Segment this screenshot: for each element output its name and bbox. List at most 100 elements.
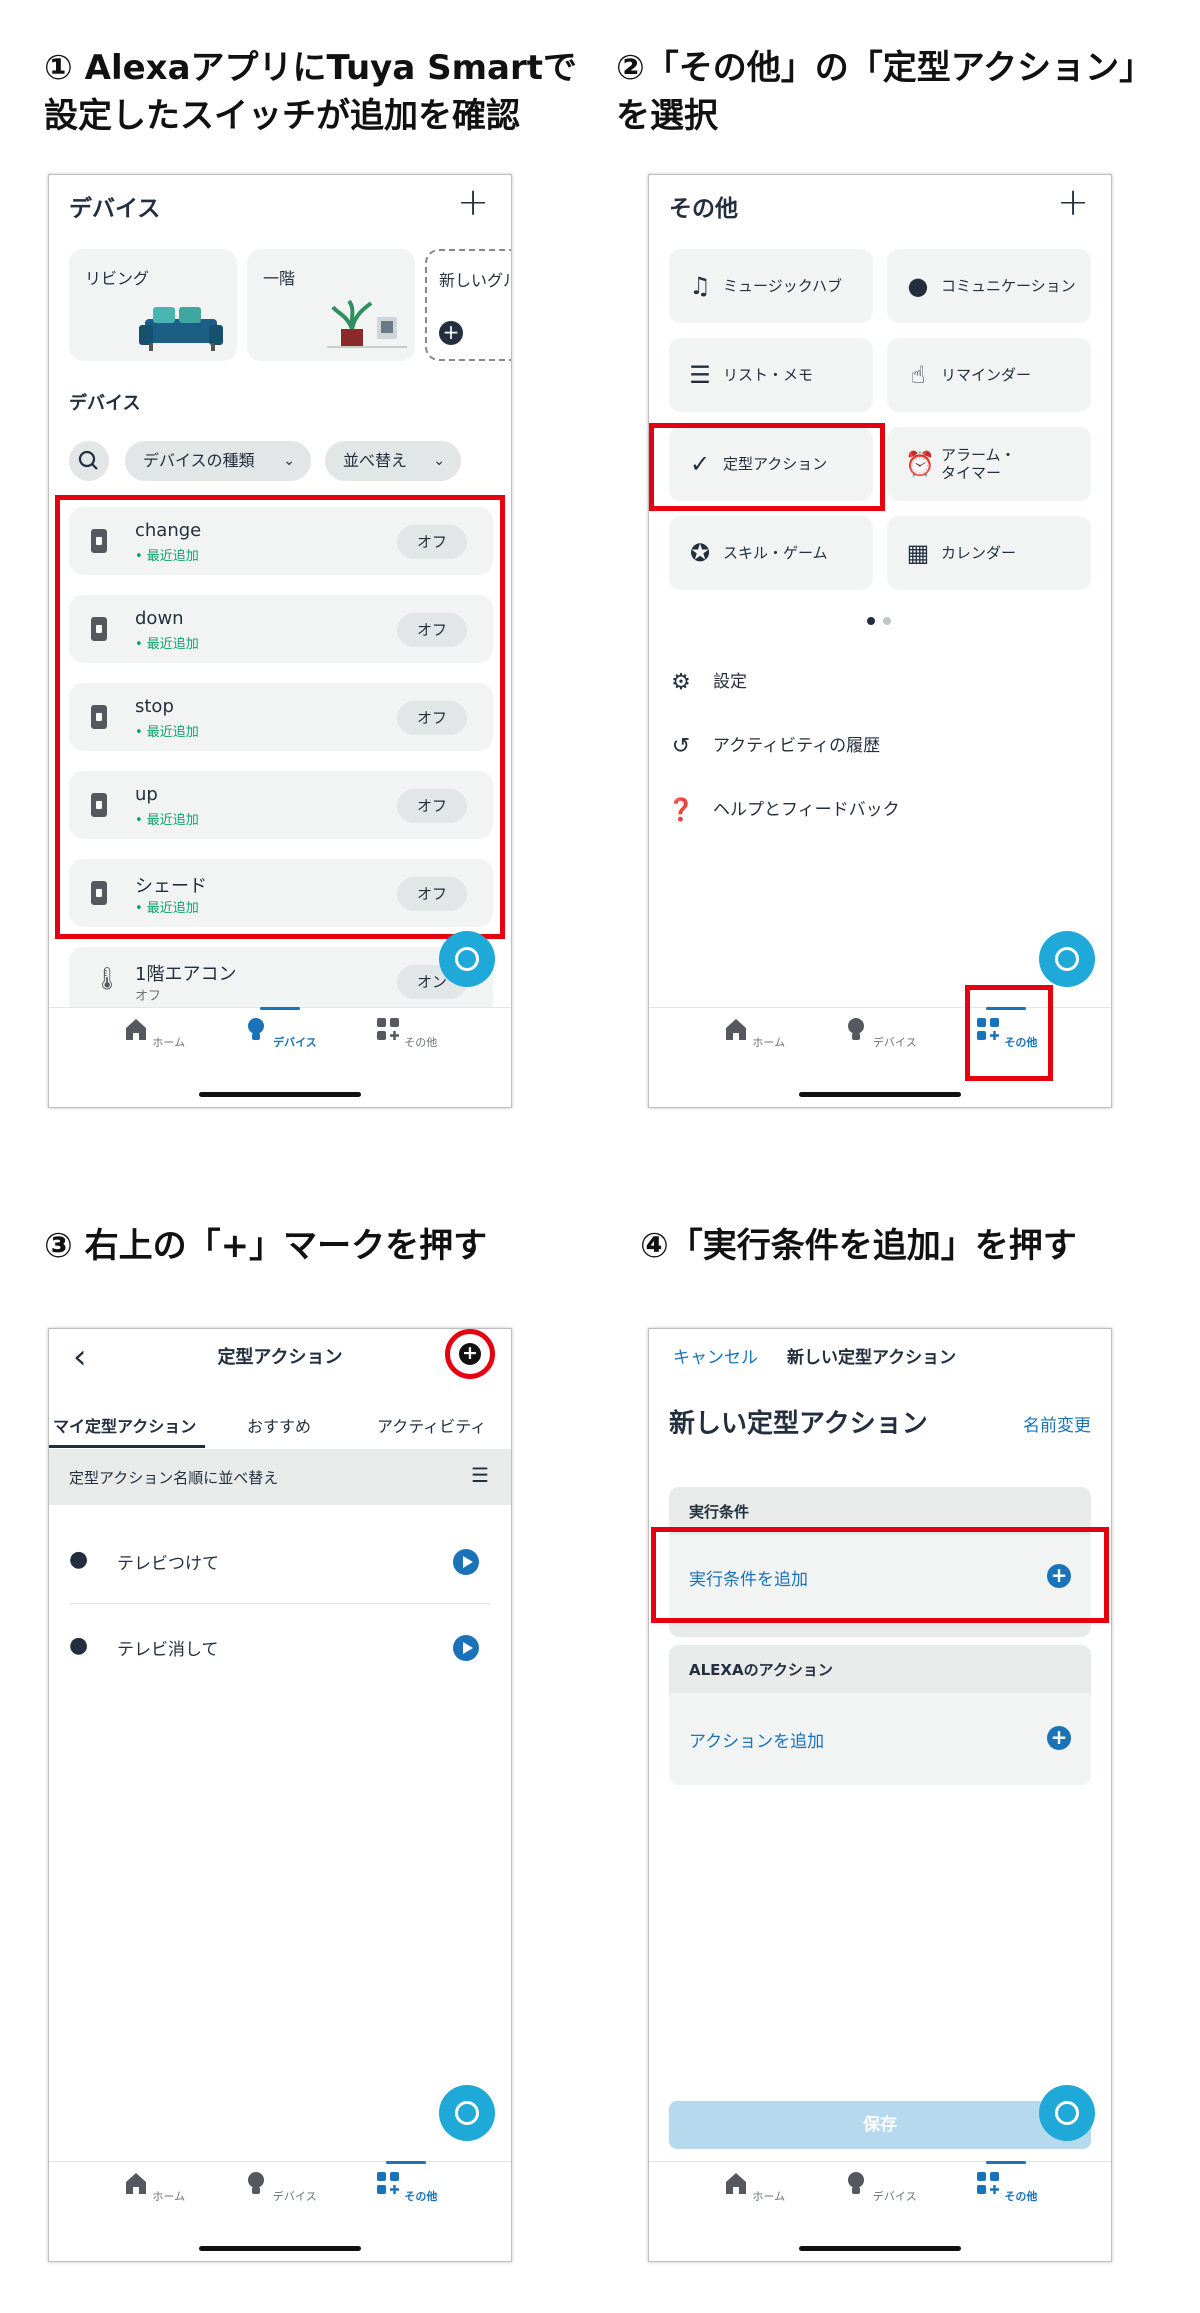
divider <box>69 1603 491 1604</box>
play-icon[interactable] <box>453 1549 479 1575</box>
home-indicator <box>199 2246 361 2251</box>
chat-bubble-icon: ● <box>907 272 929 300</box>
tile-label: カレンダー <box>941 544 1017 562</box>
music-note-icon: ♫ <box>689 272 711 300</box>
play-icon[interactable] <box>453 1635 479 1661</box>
page-title: 定型アクション <box>217 1347 343 1368</box>
add-icon[interactable]: + <box>457 183 489 221</box>
tile-label: スキル・ゲーム <box>723 544 828 562</box>
sort-bar[interactable]: 定型アクション名順に並べ替え ☰ <box>49 1449 511 1505</box>
search-icon <box>78 450 98 470</box>
page-dot-active <box>867 617 875 625</box>
tab-home[interactable]: ホーム <box>709 1016 799 1050</box>
tab-home[interactable]: ホーム <box>709 2170 799 2204</box>
add-action-label: アクションを追加 <box>689 1732 825 1752</box>
speech-bubble-icon: ● <box>69 1547 89 1572</box>
section-title: 実行条件 <box>689 1503 750 1521</box>
search-button[interactable] <box>69 441 109 481</box>
section-title: デバイス <box>69 393 141 414</box>
tile-lists[interactable]: ☰ リスト・メモ <box>669 338 873 412</box>
group-card-living[interactable]: リビング <box>69 249 237 361</box>
lightbulb-icon <box>848 2172 865 2194</box>
tab-more[interactable]: その他 <box>961 2161 1051 2204</box>
menu-item-settings[interactable]: ⚙ 設定 <box>667 667 747 695</box>
alexa-button[interactable] <box>1039 2085 1095 2141</box>
routine-row[interactable]: ● テレビつけて <box>49 1519 511 1603</box>
filter-label: デバイスの種類 <box>143 451 255 470</box>
sort-label: 定型アクション名順に並べ替え <box>69 1469 279 1487</box>
tab-label: デバイス <box>872 1036 917 1049</box>
rename-link[interactable]: 名前変更 <box>1023 1411 1091 1436</box>
add-action-row[interactable]: アクションを追加 + <box>669 1693 1091 1785</box>
alexa-button[interactable] <box>439 2085 495 2141</box>
tab-label: ホーム <box>152 2190 186 2203</box>
filter-sort[interactable]: 並べ替え ⌄ <box>325 441 461 481</box>
menu-item-help[interactable]: ❓ ヘルプとフィードバック <box>667 795 899 823</box>
tab-featured[interactable]: おすすめ <box>247 1413 311 1437</box>
routine-name: テレビつけて <box>117 1554 219 1574</box>
group-label: 新しいグル <box>439 271 512 290</box>
routine-name: テレビ消して <box>117 1640 219 1660</box>
new-group-card[interactable]: 新しいグル + <box>425 249 512 361</box>
tab-activity[interactable]: アクティビティ <box>377 1413 486 1437</box>
tab-home[interactable]: ホーム <box>109 1016 199 1050</box>
tab-label: ホーム <box>152 1036 186 1049</box>
phone-more-screen: その他 + ♫ ミュージックハブ ● コミュニケーション ☰ リスト・メモ ☝ … <box>648 174 1112 1108</box>
sofa-icon <box>139 307 223 351</box>
group-label: リビング <box>85 269 150 288</box>
tab-my-routines[interactable]: マイ定型アクション <box>53 1413 196 1437</box>
alexa-button[interactable] <box>439 931 495 987</box>
list-icon: ☰ <box>689 361 711 389</box>
tab-home[interactable]: ホーム <box>109 2170 199 2204</box>
plus-circle-icon: + <box>1047 1726 1071 1750</box>
tile-music-hub[interactable]: ♫ ミュージックハブ <box>669 249 873 323</box>
tab-devices[interactable]: デバイス <box>235 1007 325 1050</box>
alexa-button[interactable] <box>1039 931 1095 987</box>
page-dot <box>883 617 891 625</box>
tab-label: デバイス <box>272 2190 317 2203</box>
tile-calendar[interactable]: ▦ カレンダー <box>887 516 1091 590</box>
tab-label: その他 <box>1004 2190 1038 2203</box>
lightbulb-icon <box>248 2172 265 2194</box>
home-icon <box>125 1019 146 1040</box>
add-group-icon[interactable]: + <box>439 321 463 345</box>
tab-bar: ホーム デバイス その他 <box>649 2161 1111 2232</box>
tile-skills-games[interactable]: ✪ スキル・ゲーム <box>669 516 873 590</box>
home-indicator <box>799 2246 961 2251</box>
grid-plus-icon <box>376 2172 399 2194</box>
tile-alarms[interactable]: ⏰ アラーム・ タイマー <box>887 427 1091 501</box>
tile-label: アラーム・ タイマー <box>941 446 1016 482</box>
add-icon[interactable]: + <box>1057 183 1089 221</box>
tab-underline <box>49 1445 205 1448</box>
calendar-icon: ▦ <box>906 539 930 567</box>
menu-label: アクティビティの履歴 <box>713 736 881 756</box>
tab-bar: ホーム デバイス その他 <box>49 1007 511 1078</box>
menu-item-activity[interactable]: ↺ アクティビティの履歴 <box>667 731 880 759</box>
group-card-first-floor[interactable]: 一階 <box>247 249 415 361</box>
device-row[interactable]: 🌡 1階エアコン オフ オン <box>69 947 493 1015</box>
save-button[interactable]: 保存 <box>669 2101 1091 2149</box>
tile-communication[interactable]: ● コミュニケーション <box>887 249 1091 323</box>
chevron-down-icon: ⌄ <box>283 453 295 469</box>
highlight-circle <box>445 1329 495 1379</box>
routine-row[interactable]: ● テレビ消して <box>49 1605 511 1689</box>
tab-label: デバイス <box>273 1036 317 1049</box>
tile-reminders[interactable]: ☝ リマインダー <box>887 338 1091 412</box>
highlight-box <box>965 985 1053 1081</box>
step-1-title: ① AlexaアプリにTuya Smartで 設定したスイッチが追加を確認 <box>44 48 578 136</box>
step-3-title: ③ 右上の「+」マークを押す <box>44 1226 488 1266</box>
tab-more[interactable]: その他 <box>361 2161 451 2204</box>
tab-label: ホーム <box>752 1036 786 1049</box>
header-title: 新しい定型アクション <box>787 1348 957 1368</box>
tab-devices[interactable]: デバイス <box>235 2170 325 2204</box>
cancel-link[interactable]: キャンセル <box>673 1343 758 1368</box>
speech-bubble-icon: ● <box>69 1633 89 1658</box>
tile-label: リマインダー <box>941 366 1032 384</box>
home-icon <box>125 2173 146 2194</box>
tab-more[interactable]: その他 <box>361 1016 451 1050</box>
page-title: 新しい定型アクション <box>669 1409 928 1439</box>
page-title: その他 <box>669 196 738 222</box>
tab-devices[interactable]: デバイス <box>835 2170 925 2204</box>
tab-devices[interactable]: デバイス <box>835 1016 925 1050</box>
filter-device-type[interactable]: デバイスの種類 ⌄ <box>125 441 311 481</box>
